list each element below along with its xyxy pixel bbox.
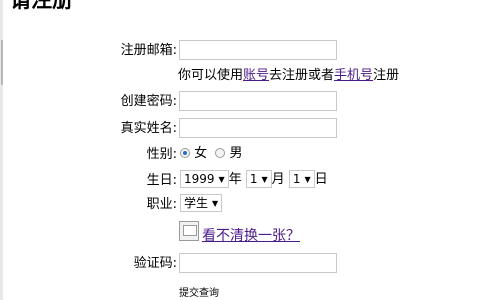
day-value: 1 — [292, 172, 301, 186]
account-hint: 你可以使用账号去注册或者手机号注册 — [178, 67, 399, 85]
gender-options: 女 男 — [180, 144, 242, 164]
female-label[interactable]: 女 — [194, 146, 207, 161]
male-radio[interactable] — [215, 148, 226, 158]
month-select[interactable]: 1 ▼ — [245, 170, 272, 188]
month-unit: 月 — [271, 172, 285, 187]
hint-middle: 去注册或者 — [269, 68, 335, 83]
email-row: 注册邮箱: — [0, 40, 480, 62]
day-unit: 日 — [314, 172, 328, 187]
captcha-refresh-link[interactable]: 看不清换一张？ — [202, 227, 300, 245]
hint-prefix: 你可以使用 — [178, 68, 244, 83]
account-hint-row: 你可以使用账号去注册或者手机号注册 — [0, 65, 480, 87]
phone-link[interactable]: 手机号 — [334, 68, 373, 83]
submit-button[interactable]: 提交查询 — [179, 288, 219, 300]
year-value: 1999 — [184, 172, 215, 186]
captcha-image[interactable] — [179, 221, 199, 241]
page-title: 请注册 — [10, 0, 73, 12]
chevron-down-icon: ▼ — [218, 175, 225, 184]
job-row: 职业: 学生 ▼ — [0, 194, 480, 216]
year-unit: 年 — [228, 172, 242, 187]
captcha-row: 验证码: — [0, 253, 480, 275]
realname-label: 真实姓名: — [120, 121, 177, 136]
birthday-label: 生日: — [146, 173, 177, 188]
password-label: 创建密码: — [120, 94, 177, 109]
job-select[interactable]: 学生 ▼ — [180, 194, 223, 212]
male-label[interactable]: 男 — [229, 146, 242, 161]
hint-suffix: 注册 — [373, 68, 400, 83]
job-label: 职业: — [146, 197, 177, 212]
female-radio[interactable] — [180, 148, 190, 158]
password-field[interactable] — [179, 91, 337, 111]
email-field[interactable] — [179, 40, 337, 60]
day-select[interactable]: 1 ▼ — [288, 170, 315, 188]
captcha-field[interactable] — [179, 253, 337, 273]
realname-row: 真实姓名: — [0, 118, 480, 140]
birthday-row: 生日: 1999 ▼ 年 1 ▼ 月 1 ▼ 日 — [0, 170, 480, 192]
chevron-down-icon: ▼ — [212, 199, 219, 208]
captcha-label: 验证码: — [133, 256, 177, 271]
gender-row: 性别: 女 男 — [0, 144, 480, 166]
birthday-selects: 1999 ▼ 年 1 ▼ 月 1 ▼ 日 — [180, 170, 328, 190]
month-value: 1 — [249, 172, 258, 186]
realname-field[interactable] — [179, 118, 337, 138]
gender-label: 性别: — [146, 147, 177, 162]
password-row: 创建密码: — [0, 91, 480, 113]
email-label: 注册邮箱: — [120, 43, 177, 58]
account-link[interactable]: 账号 — [243, 68, 269, 83]
job-value: 学生 — [184, 196, 209, 210]
chevron-down-icon: ▼ — [261, 175, 268, 184]
year-select[interactable]: 1999 ▼ — [180, 170, 229, 188]
chevron-down-icon: ▼ — [304, 175, 311, 184]
job-select-wrap: 学生 ▼ — [180, 194, 223, 214]
